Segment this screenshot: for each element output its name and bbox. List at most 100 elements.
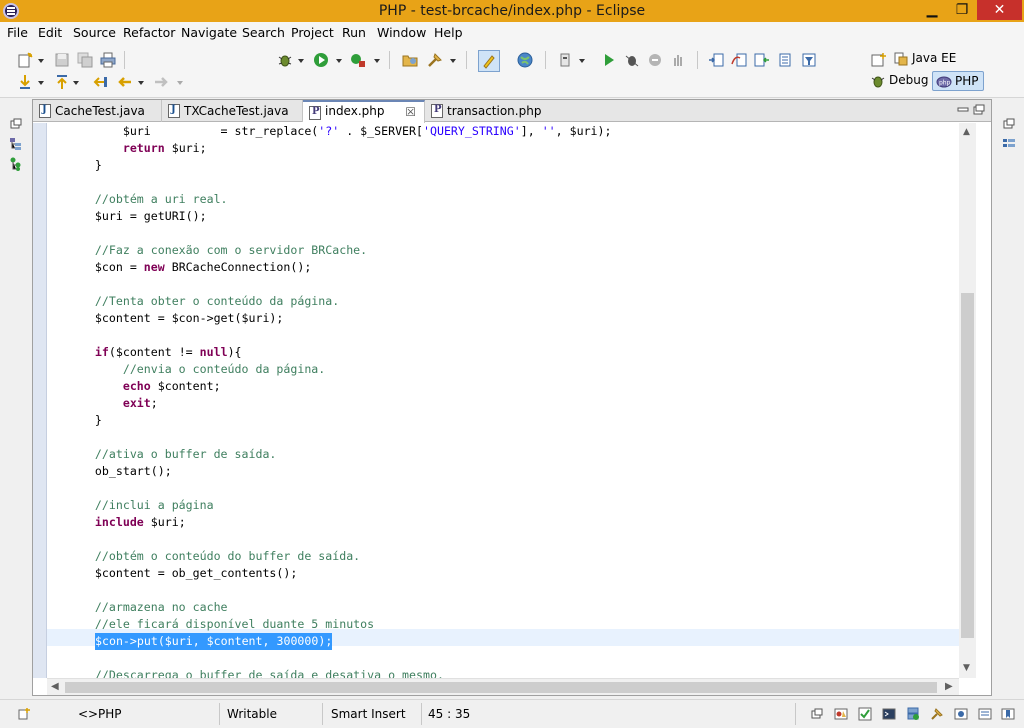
code-line[interactable]: //Descarrega o buffer de saída e desativ… [67,667,444,678]
restore-icon[interactable] [1002,117,1016,131]
code-line[interactable]: echo $content; [67,378,221,395]
code-line[interactable]: $content = ob_get_contents(); [67,565,297,582]
horizontal-scrollbar[interactable]: ◀ ▶ [47,678,959,695]
code-line[interactable]: //envia o conteúdo da página. [67,361,325,378]
problems-icon[interactable] [834,707,848,721]
terminate-dropdown-icon[interactable] [579,59,585,63]
save-icon[interactable] [54,52,70,68]
menu-window[interactable]: Window [377,25,426,40]
suspend-icon[interactable] [624,52,640,68]
forward-icon[interactable] [153,74,169,90]
minimize-editor-icon[interactable] [957,104,969,119]
code-line[interactable]: //obtém o conteúdo do buffer de saída. [67,548,360,565]
minimize-button[interactable]: ▁ [918,0,946,20]
step-return-icon[interactable] [754,52,770,68]
code-line[interactable]: //Faz a conexão com o servidor BRCache. [67,242,367,259]
debug-icon[interactable] [277,52,293,68]
terminate-relaunch-icon[interactable] [557,52,573,68]
code-line[interactable]: //Tenta obter o conteúdo da página. [67,293,339,310]
code-line[interactable]: exit; [67,395,158,412]
code-line[interactable]: //armazena no cache [67,599,228,616]
code-line[interactable]: $uri = str_replace('?' . $_SERVER['QUERY… [67,123,612,140]
code-line[interactable]: include $uri; [67,514,186,531]
fast-view-icon[interactable] [17,707,31,721]
next-annotation-dropdown-icon[interactable] [38,81,44,85]
tab-cachetest-java[interactable]: CacheTest.java [33,100,162,122]
previous-annotation-icon[interactable] [54,74,70,90]
resume-icon[interactable] [601,52,617,68]
scroll-down-icon[interactable]: ▼ [963,663,970,673]
scroll-up-icon[interactable]: ▲ [963,127,970,137]
save-all-icon[interactable] [77,52,93,68]
code-line[interactable]: //ele ficará disponível duante 5 minutos [67,616,374,633]
disconnect-icon[interactable] [670,52,686,68]
console-icon[interactable] [882,707,896,721]
code-line[interactable]: if($content != null){ [67,344,242,361]
search-view-icon[interactable] [930,707,944,721]
code-line[interactable]: } [67,412,102,429]
scroll-right-icon[interactable]: ▶ [945,681,953,692]
perspective-debug[interactable]: Debug [867,71,932,91]
php-explorer-icon[interactable] [9,137,23,151]
tab-transaction-php[interactable]: transaction.php [425,100,555,122]
next-annotation-icon[interactable] [17,74,33,90]
horizontal-scroll-thumb[interactable] [65,682,937,693]
code-line[interactable]: //obtém a uri real. [67,191,228,208]
code-line[interactable]: $con = new BRCacheConnection(); [67,259,311,276]
maximize-editor-icon[interactable] [973,104,985,119]
variables-icon[interactable] [978,707,992,721]
menu-search[interactable]: Search [242,25,285,40]
print-icon[interactable] [100,52,116,68]
web-browser-icon[interactable] [517,52,533,68]
tasks-icon[interactable] [858,707,872,721]
external-tools-dropdown-icon[interactable] [374,59,380,63]
run-dropdown-icon[interactable] [336,59,342,63]
tab-txcachetest-java[interactable]: TXCacheTest.java [162,100,303,122]
back-dropdown-icon[interactable] [138,81,144,85]
close-button[interactable]: ✕ [977,0,1022,20]
perspective-php[interactable]: php PHP [932,71,984,91]
menu-source[interactable]: Source [73,25,116,40]
code-line[interactable]: } [67,157,102,174]
tab-index-php[interactable]: index.php ☒ [303,100,425,123]
code-editor[interactable]: $uri = str_replace('?' . $_SERVER['QUERY… [47,123,959,678]
code-line[interactable]: $uri = getURI(); [67,208,207,225]
open-perspective-icon[interactable] [871,52,887,68]
last-edit-location-icon[interactable] [92,74,108,90]
code-line[interactable]: //inclui a página [67,497,214,514]
menu-refactor[interactable]: Refactor [123,25,175,40]
new-dropdown-icon[interactable] [38,59,44,63]
status-cursor-position[interactable]: 45 : 35 [428,707,470,721]
restore-icon[interactable] [9,117,23,131]
menu-edit[interactable]: Edit [38,25,62,40]
code-line[interactable]: ob_start(); [67,463,172,480]
debug-dropdown-icon[interactable] [298,59,304,63]
step-over-icon[interactable] [731,52,747,68]
open-type-icon[interactable] [402,52,418,68]
maximize-button[interactable]: ❐ [948,0,976,20]
servers-icon[interactable] [906,707,920,721]
forward-dropdown-icon[interactable] [177,81,183,85]
status-insert-mode[interactable]: Smart Insert [331,707,406,721]
perspective-java-ee[interactable]: Java EE [890,49,960,69]
new-icon[interactable] [17,52,33,68]
code-line[interactable]: $con->put($uri, $content, 300000); [95,633,333,650]
restore-icon[interactable] [810,707,824,721]
mark-occurrences-icon[interactable] [478,50,500,72]
scroll-left-icon[interactable]: ◀ [51,681,59,692]
terminate-icon[interactable] [647,52,663,68]
code-line[interactable]: return $uri; [67,140,207,157]
back-icon[interactable] [117,74,133,90]
type-hierarchy-icon[interactable] [9,157,23,171]
code-line[interactable]: $content = $con->get($uri); [67,310,283,327]
menu-navigate[interactable]: Navigate [181,25,237,40]
external-tools-icon[interactable] [350,52,366,68]
step-into-icon[interactable] [708,52,724,68]
vertical-scroll-thumb[interactable] [961,293,974,638]
outline-icon[interactable] [1002,137,1016,151]
run-icon[interactable] [313,52,329,68]
use-step-filters-icon[interactable] [801,52,817,68]
bookmarks-icon[interactable] [1001,707,1015,721]
menu-run[interactable]: Run [342,25,366,40]
tab-close-icon[interactable]: ☒ [405,105,416,119]
